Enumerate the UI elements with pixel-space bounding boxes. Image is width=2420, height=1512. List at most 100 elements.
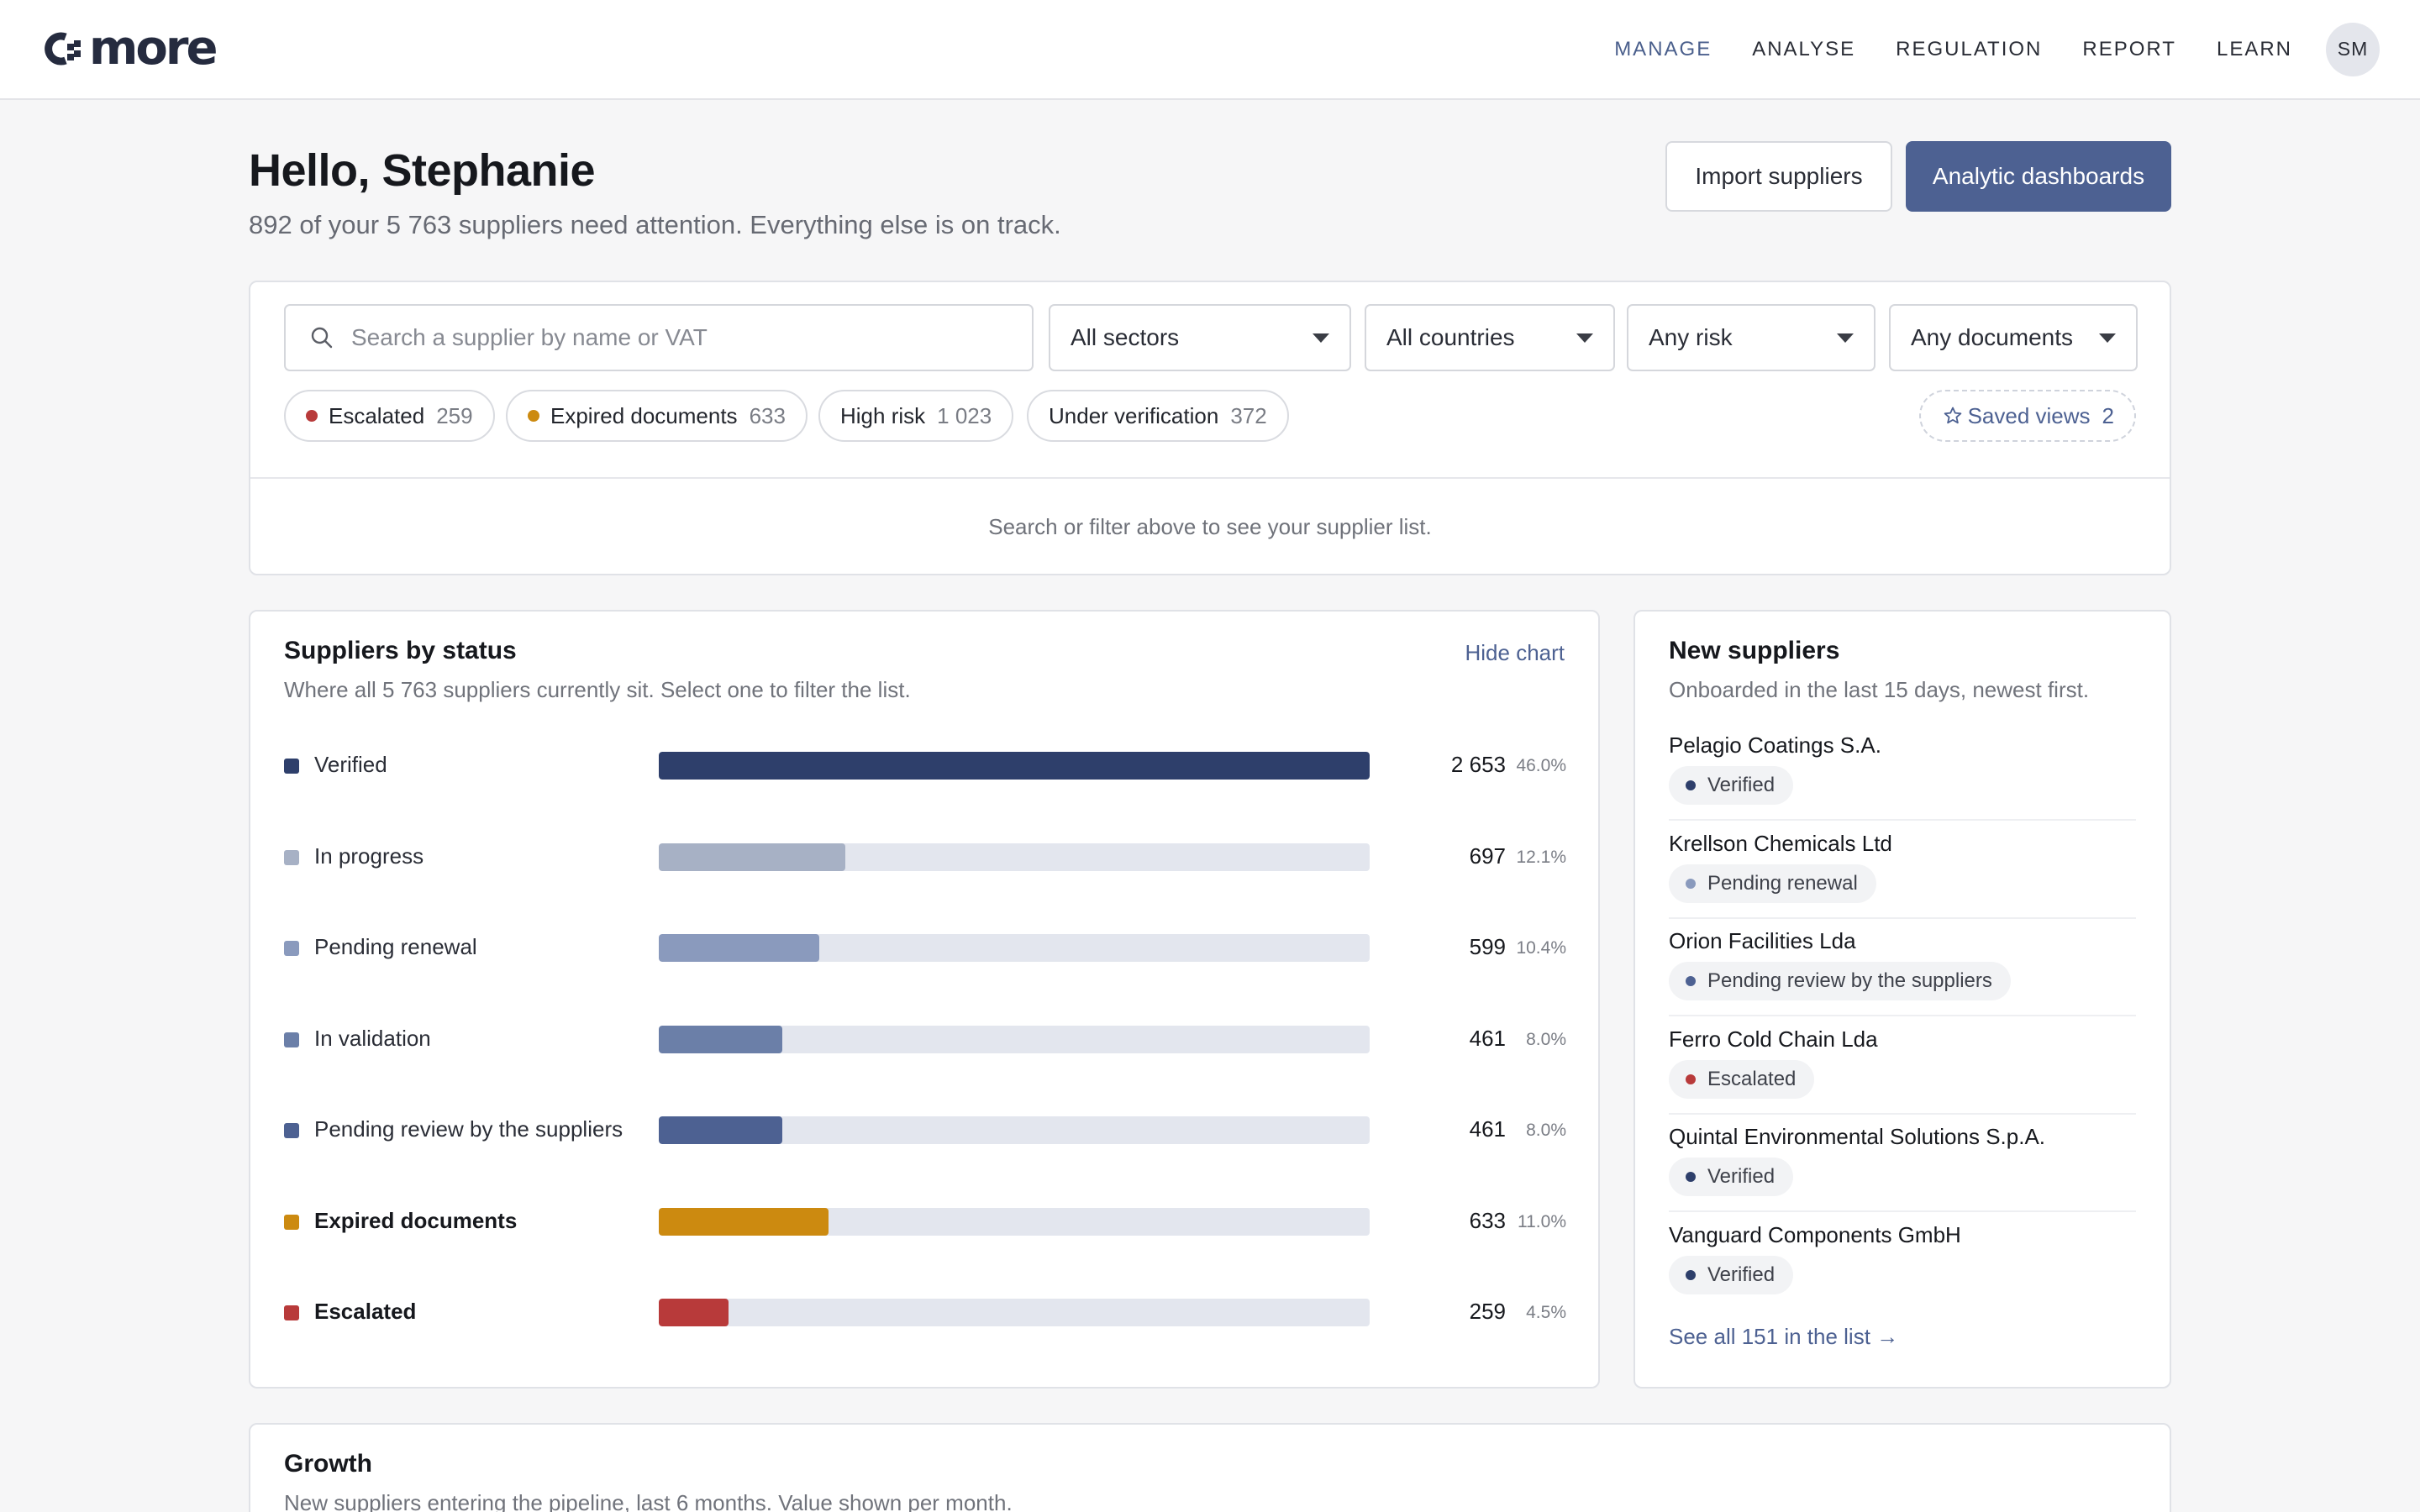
nav-manage[interactable]: MANAGE	[1614, 38, 1712, 61]
legend-swatch	[284, 849, 299, 865]
supplier-name[interactable]: Krellson Chemicals Ltd	[1669, 831, 1892, 857]
chip-high-risk[interactable]: High risk 1 023	[818, 390, 1014, 442]
supplier-name[interactable]: Pelagio Coatings S.A.	[1669, 732, 1881, 759]
status-percent: 46.0%	[1516, 756, 1566, 775]
new-supplier-item[interactable]: Quintal Environmental Solutions S.p.A. Ve…	[1669, 1124, 2136, 1221]
status-dot	[528, 410, 539, 422]
chip-label: Escalated	[329, 402, 425, 428]
new-supplier-item[interactable]: Pelagio Coatings S.A. Verified	[1669, 732, 2136, 830]
legend-swatch	[284, 941, 299, 956]
sector-select-value: All sectors	[1071, 324, 1180, 350]
status-dot	[1686, 780, 1696, 790]
status-dot	[1686, 1074, 1696, 1084]
nav-report[interactable]: REPORT	[2082, 38, 2176, 61]
import-suppliers-button[interactable]: Import suppliers	[1665, 141, 1892, 212]
legend-swatch	[284, 1032, 299, 1047]
status-card-subtitle: Where all 5 763 suppliers currently sit.…	[284, 677, 911, 702]
new-supplier-item[interactable]: Orion Facilities Lda Pending review by th…	[1669, 928, 2136, 1026]
new-supplier-item[interactable]: Vanguard Components GmbH Verified	[1669, 1222, 2136, 1320]
supplier-name[interactable]: Orion Facilities Lda	[1669, 928, 1856, 954]
status-count: 2 653	[1450, 752, 1506, 777]
status-dot	[1686, 976, 1696, 986]
search-placeholder: Search a supplier by name or VAT	[351, 324, 708, 350]
logo-mark-icon	[45, 32, 81, 66]
supplier-name[interactable]: Quintal Environmental Solutions S.p.A.	[1669, 1124, 2045, 1150]
status-dot	[306, 410, 318, 422]
status-bar-row[interactable]: Pending review by the suppliers 461 8.0%	[284, 1113, 1566, 1147]
status-percent: 11.0%	[1518, 1211, 1566, 1231]
status-bar-row[interactable]: Expired documents 633 11.0%	[284, 1205, 1566, 1238]
status-percent: 10.4%	[1516, 938, 1566, 958]
legend-swatch	[284, 759, 299, 774]
chip-count: 259	[436, 402, 473, 428]
hide-chart-link[interactable]: Hide chart	[1465, 640, 1565, 666]
status-bar-row[interactable]: In progress 697 12.1%	[284, 840, 1566, 874]
growth-title: Growth	[284, 1450, 372, 1478]
supplier-search-input[interactable]: Search a supplier by name or VAT	[284, 304, 1034, 371]
status-label: Pending review by the suppliers	[314, 1116, 623, 1142]
bar-track	[659, 843, 1370, 871]
chevron-down-icon	[1576, 333, 1593, 343]
sector-select[interactable]: All sectors	[1049, 304, 1351, 371]
bar-track	[659, 752, 1370, 780]
status-badge: Verified	[1669, 766, 1794, 805]
status-bar-row[interactable]: In validation 461 8.0%	[284, 1022, 1566, 1056]
chip-escalated[interactable]: Escalated 259	[284, 390, 495, 442]
risk-select-value: Any risk	[1649, 324, 1733, 350]
bar-fill	[659, 1299, 729, 1326]
bar-track	[659, 1025, 1370, 1053]
status-card-title: Suppliers by status	[284, 637, 517, 664]
status-bar-row[interactable]: Pending renewal 599 10.4%	[284, 931, 1566, 964]
saved-views-label: Saved views	[1967, 402, 2091, 428]
supplier-name[interactable]: Ferro Cold Chain Lda	[1669, 1026, 1878, 1053]
bar-track	[659, 1207, 1370, 1236]
chip-count: 1 023	[937, 402, 992, 428]
growth-subtitle: New suppliers entering the pipeline, las…	[284, 1490, 1013, 1512]
supplier-name[interactable]: Vanguard Components GmbH	[1669, 1222, 1961, 1248]
cmore-logo[interactable]: more	[39, 25, 218, 72]
chip-expired-documents[interactable]: Expired documents 633	[506, 390, 808, 442]
risk-select[interactable]: Any risk	[1627, 304, 1876, 371]
chip-count: 633	[749, 402, 786, 428]
saved-views-count: 2	[2102, 402, 2114, 428]
new-supplier-item[interactable]: Krellson Chemicals Ltd Pending renewal	[1669, 831, 2136, 928]
nav-regulation[interactable]: REGULATION	[1896, 38, 2042, 61]
status-bar-row[interactable]: Verified 2 653 46.0%	[284, 748, 1566, 782]
status-label: In progress	[314, 843, 424, 869]
analytic-dashboards-button[interactable]: Analytic dashboards	[1906, 141, 2171, 212]
chevron-down-icon	[1313, 333, 1329, 343]
suppliers-by-status-card: Suppliers by status Where all 5 763 supp…	[249, 610, 1600, 1389]
status-count: 259	[1469, 1299, 1506, 1324]
new-supplier-item[interactable]: Ferro Cold Chain Lda Escalated	[1669, 1026, 2136, 1124]
user-avatar[interactable]: SM	[2326, 22, 2380, 76]
saved-views-chip[interactable]: Saved views 2	[1918, 390, 2136, 442]
status-count: 697	[1469, 843, 1506, 869]
status-count: 461	[1469, 1116, 1506, 1142]
bar-track	[659, 1299, 1370, 1326]
bar-track	[659, 1116, 1370, 1144]
status-dot	[1686, 878, 1696, 889]
chip-under-verification[interactable]: Under verification 372	[1027, 390, 1289, 442]
see-all-link[interactable]: See all 151 in the list →	[1669, 1324, 1898, 1350]
legend-swatch	[284, 1123, 299, 1138]
legend-swatch	[284, 1214, 299, 1230]
bar-fill	[659, 1116, 782, 1144]
star-outline-icon	[1944, 407, 1961, 424]
chip-label: Under verification	[1049, 402, 1219, 428]
status-label: Verified	[314, 752, 387, 777]
documents-select[interactable]: Any documents	[1889, 304, 2138, 371]
status-badge-label: Pending renewal	[1707, 871, 1858, 895]
documents-select-value: Any documents	[1911, 324, 2073, 350]
status-percent: 4.5%	[1526, 1303, 1566, 1322]
status-badge-label: Pending review by the suppliers	[1707, 969, 1992, 992]
new-suppliers-subtitle: Onboarded in the last 15 days, newest fi…	[1669, 677, 2090, 702]
status-badge-label: Escalated	[1707, 1067, 1797, 1090]
status-badge-label: Verified	[1707, 1165, 1776, 1188]
divider	[1669, 1015, 2136, 1016]
country-select[interactable]: All countries	[1365, 304, 1615, 371]
nav-analyse[interactable]: ANALYSE	[1752, 38, 1855, 61]
nav-learn[interactable]: LEARN	[2217, 38, 2292, 61]
status-bar-row[interactable]: Escalated 259 4.5%	[284, 1295, 1566, 1329]
status-count: 599	[1469, 934, 1506, 959]
new-suppliers-title: New suppliers	[1669, 637, 1840, 664]
